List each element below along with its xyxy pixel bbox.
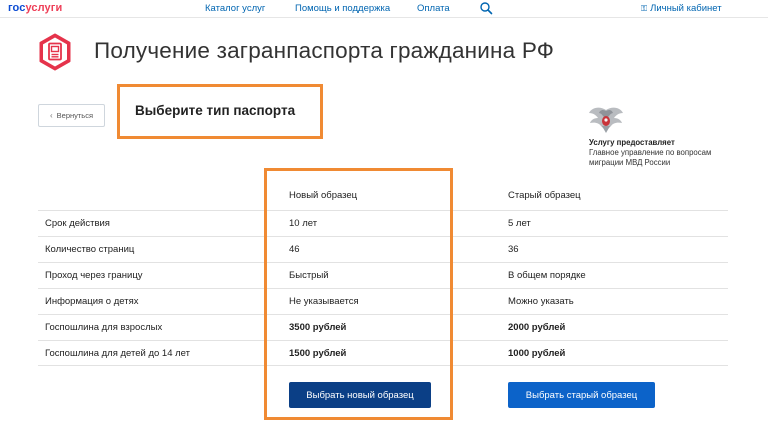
back-button-label: Вернуться [56,111,94,120]
mvd-emblem-icon [589,107,623,133]
row-value-old: 5 лет [508,218,531,229]
row-value-old: 2000 рублей [508,322,566,333]
row-value-new: Не указывается [289,296,359,307]
personal-cabinet-link[interactable]: ⚿ Личный кабинет [641,3,722,14]
table-row: Информация о детях Не указывается Можно … [38,288,728,314]
logo-part-gos: гос [8,2,26,14]
row-label: Информация о детях [45,296,139,307]
row-label: Количество страниц [45,244,135,255]
nav-payment-link[interactable]: Оплата [417,3,450,14]
key-icon: ⚿ [641,4,648,13]
search-icon[interactable] [479,1,493,15]
row-label: Госпошлина для взрослых [45,322,163,333]
row-value-new: 46 [289,244,300,255]
table-row: Госпошлина для детей до 14 лет 1500 рубл… [38,340,728,366]
page-title: Получение загранпаспорта гражданина РФ [94,38,555,63]
choose-old-passport-button[interactable]: Выбрать старый образец [508,382,655,408]
row-value-old: Можно указать [508,296,574,307]
row-label: Госпошлина для детей до 14 лет [45,348,191,359]
back-button[interactable]: ‹ Вернуться [38,104,105,127]
section-subtitle: Выберите тип паспорта [135,103,296,118]
logo-part-uslugi: услуги [25,2,63,14]
cabinet-label: Личный кабинет [650,3,722,14]
chevron-left-icon: ‹ [49,111,53,120]
choose-new-passport-button[interactable]: Выбрать новый образец [289,382,431,408]
nav-catalog-link[interactable]: Каталог услуг [205,3,265,14]
column-header-new: Новый образец [289,190,358,201]
row-value-old: В общем порядке [508,270,586,281]
table-row: Госпошлина для взрослых 3500 рублей 2000… [38,314,728,340]
row-label: Срок действия [45,218,110,229]
nav-help-link[interactable]: Помощь и поддержка [295,3,390,14]
provider-name: Главное управление по вопросам миграции … [589,148,712,167]
table-row: Проход через границу Быстрый В общем пор… [38,262,728,288]
row-value-new: 1500 рублей [289,348,347,359]
row-value-old: 36 [508,244,519,255]
provider-label: Услугу предоставляет [589,138,675,147]
column-header-old: Старый образец [508,190,581,201]
passport-icon [39,33,71,71]
gosuslugi-logo[interactable]: госуслуги [8,2,62,14]
table-row: Срок действия 10 лет 5 лет [38,210,728,236]
row-value-old: 1000 рублей [508,348,566,359]
top-navigation: госуслуги Каталог услуг Помощь и поддерж… [0,0,768,18]
row-value-new: 3500 рублей [289,322,347,333]
row-label: Проход через границу [45,270,143,281]
table-row: Количество страниц 46 36 [38,236,728,262]
row-value-new: 10 лет [289,218,318,229]
row-value-new: Быстрый [289,270,329,281]
